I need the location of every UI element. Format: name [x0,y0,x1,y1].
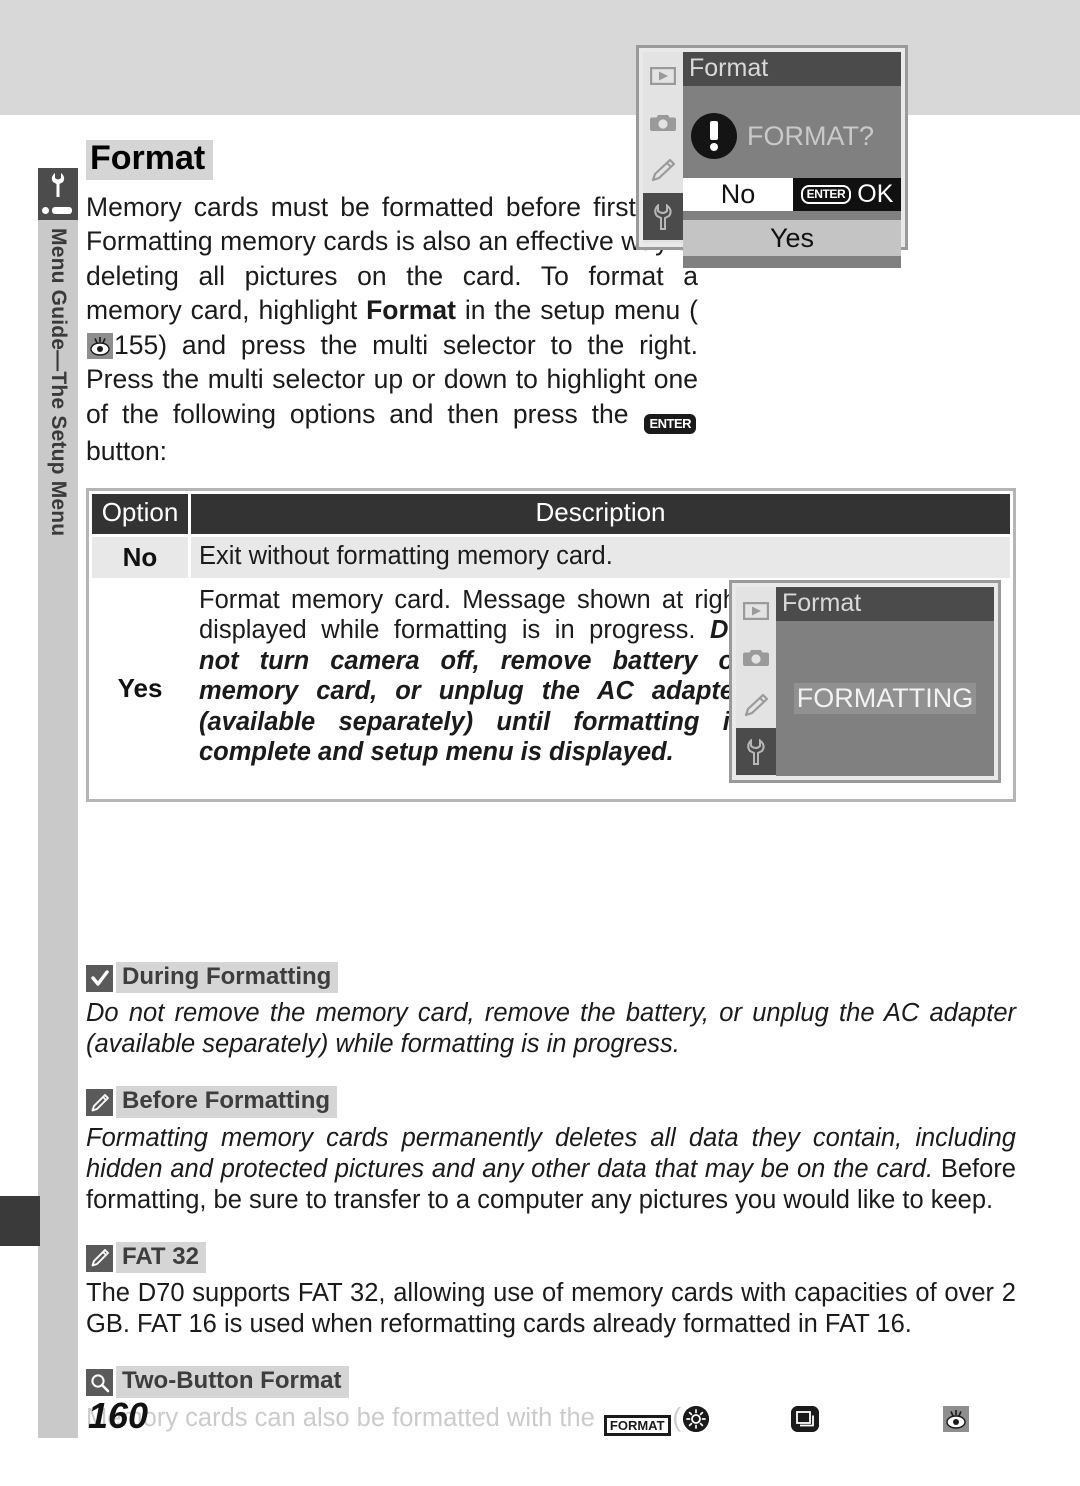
lcd1-gap [683,211,901,221]
note-body: Memory cards can also be formatted with … [86,1403,1016,1436]
note-fat32: FAT 32 The D70 supports FAT 32, allowing… [86,1241,1016,1340]
lcd1-icon-rail [643,52,683,243]
desc-plain: Format memory card. Message shown at rig… [199,585,744,645]
pencil-icon [86,1089,113,1117]
table-row: No Exit without formatting memory card. [92,537,1010,578]
row-desc-no: Exit without formatting memory card. [191,537,1010,578]
lcd1-ok-hint: ENTER OK [793,178,901,212]
pencil-icon [86,1244,113,1272]
checkmark-icon [86,965,113,992]
page-ref-number: 155 [114,329,159,360]
sidebar-label: Menu Guide—The Setup Menu [47,228,70,537]
lcd1-no-label[interactable]: No [683,178,793,212]
lcd-screen-format-confirm: Format FORMAT? No ENTER OK Yes [636,45,908,269]
lcd2-status-text: FORMATTING [793,683,977,715]
lcd2-body: FORMATTING [776,621,994,776]
wrench-icon [38,168,78,220]
row-desc-yes-text: Format memory card. Message shown at rig… [199,585,744,768]
page-title: Format [86,140,214,180]
magnifier-icon [86,1369,113,1397]
enter-button-icon: ENTER [800,185,852,205]
note-title: During Formatting [116,962,339,994]
note-two-button-format: Two-Button Format Memory cards can also … [86,1366,1016,1436]
notes-section: During Formatting Do not remove the memo… [86,962,1016,1436]
intro-paragraph: Memory cards must be formatted before fi… [86,190,698,469]
enter-button-icon: ENTER [644,413,696,434]
pencil-icon [736,681,776,728]
note-body: The D70 supports FAT 32, allowing use of… [86,1279,1016,1339]
wrench-glyph [50,172,66,198]
edge-tab-marker [0,1196,40,1246]
note-paren: ( [672,1403,682,1432]
table-header-row: Option Description [92,494,1010,535]
lcd2-icon-rail [736,587,776,776]
play-icon [736,587,776,634]
page-number: 160 [88,1395,149,1436]
lcd2-title: Format [776,587,994,622]
playback-icon [791,1405,820,1432]
wrench-icon [736,728,776,775]
lcd1-yes-label[interactable]: Yes [683,220,901,257]
format-badge-icon: FORMAT [603,1414,671,1436]
row-option-no: No [92,537,188,578]
brightness-icon [683,1405,710,1432]
header-description: Description [191,494,1010,535]
play-icon [643,52,683,99]
top-gray-band [0,0,1080,115]
header-option: Option [92,494,188,535]
row-option-yes: Yes [92,580,188,796]
camera-icon [736,634,776,681]
lcd1-question-row: FORMAT? [683,86,901,178]
pencil-icon [643,146,683,193]
lcd1-question-text: FORMAT? [747,120,874,151]
tab-indicator [42,207,72,214]
manual-page: Menu Guide—The Setup Menu Format Memory … [0,0,1080,1486]
intro-bold-format: Format [366,295,456,326]
note-body-faded: Memory cards can also be formatted with … [86,1403,602,1432]
intro-text-4: button: [86,435,168,466]
intro-text-2: in the setup menu ( [455,295,699,326]
note-body: Do not remove the memory card, remove th… [86,999,1016,1059]
camera-icon [643,99,683,146]
note-title: FAT 32 [116,1241,206,1274]
warning-icon [691,113,737,160]
lcd1-title: Format [683,52,901,87]
page-ref-eye-icon [943,1405,970,1432]
lcd1-ok-label: OK [857,180,894,209]
note-body-italic: Formatting memory cards permanently dele… [86,1123,1016,1183]
lcd1-body: FORMAT? No ENTER OK Yes [683,86,901,269]
note-title: Before Formatting [116,1086,338,1118]
note-during-formatting: During Formatting Do not remove the memo… [86,962,1016,1060]
lcd1-footer [683,256,901,269]
page-ref-eye-icon [87,332,113,359]
wrench-icon [643,193,683,240]
note-before-formatting: Before Formatting Formatting memory card… [86,1086,1016,1215]
note-body: Formatting memory cards permanently dele… [86,1123,1016,1216]
note-title: Two-Button Format [116,1366,349,1398]
lcd-screen-formatting: Format FORMATTING [729,580,1001,783]
intro-text-3: ) and press the multi selector to the ri… [86,329,698,429]
lcd1-no-row[interactable]: No ENTER OK [683,178,901,212]
